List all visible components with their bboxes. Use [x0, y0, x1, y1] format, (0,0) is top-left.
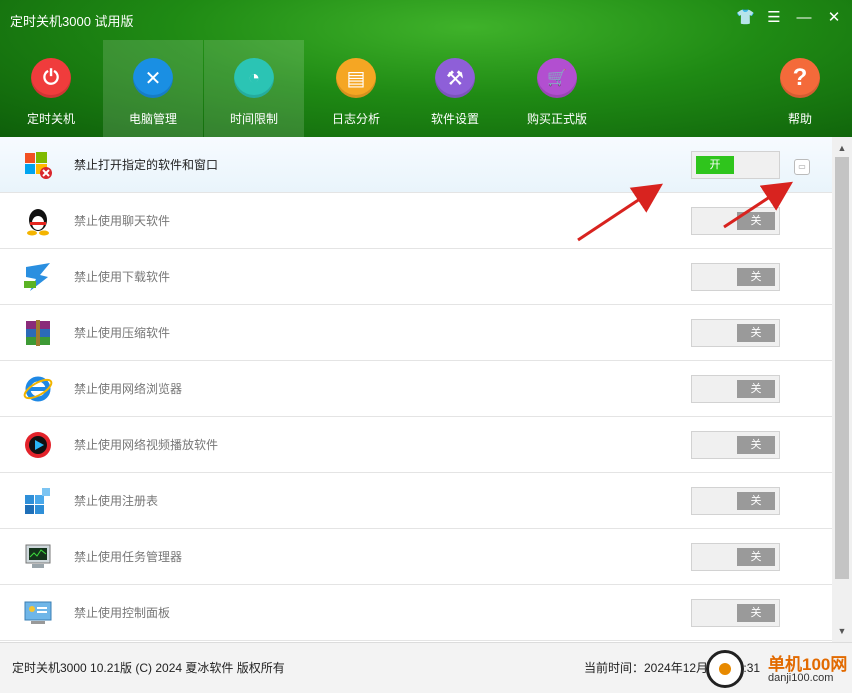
nav-buy[interactable]: 🛒 购买正式版: [507, 40, 607, 137]
menu-icon[interactable]: ☰: [766, 8, 782, 28]
nav-help[interactable]: ? 帮助: [750, 40, 850, 137]
row-label: 禁止使用下载软件: [74, 270, 171, 284]
toggle-state: 关: [737, 604, 775, 622]
row-label: 禁止使用网络浏览器: [74, 382, 183, 396]
close-icon[interactable]: ✕: [826, 8, 842, 28]
toggle-state: 关: [737, 324, 775, 342]
app-window: 定时关机3000 试用版 👕 ☰ — ✕ ⏻ 定时关机 ✕ 电脑管理 ◔ 时间限…: [0, 0, 852, 693]
row-label: 禁止使用注册表: [74, 494, 159, 508]
toggle-switch[interactable]: 关: [691, 599, 780, 627]
toggle-state: 关: [737, 436, 775, 454]
scroll-thumb[interactable]: [835, 157, 849, 579]
toggle-switch[interactable]: 开: [691, 151, 780, 179]
nav-shutdown[interactable]: ⏻ 定时关机: [1, 40, 101, 137]
nav-label: 时间限制: [229, 112, 278, 126]
row-label: 禁止打开指定的软件和窗口: [74, 158, 219, 172]
list-item[interactable]: 禁止使用聊天软件 关: [0, 193, 832, 249]
list-item[interactable]: 禁止使用网络视频播放软件 关: [0, 417, 832, 473]
edit-list-icon[interactable]: ▭: [794, 159, 810, 175]
copyright-text: 定时关机3000 10.21版 (C) 2024 夏冰软件 版权所有: [12, 661, 285, 675]
nav-label: 日志分析: [331, 112, 380, 126]
toggle-state: 关: [737, 212, 775, 230]
video-player-icon: [25, 432, 51, 458]
row-label: 禁止使用聊天软件: [74, 214, 171, 228]
header-bar: 定时关机3000 试用版 👕 ☰ — ✕ ⏻ 定时关机 ✕ 电脑管理 ◔ 时间限…: [0, 0, 852, 137]
list-item[interactable]: 禁止使用任务管理器 关: [0, 529, 832, 585]
scroll-up-icon[interactable]: ▲: [832, 139, 852, 157]
vertical-scrollbar[interactable]: ▲ ▼: [832, 137, 852, 642]
watermark-url: danji100.com: [768, 672, 834, 684]
row-label: 禁止使用网络视频播放软件: [74, 438, 219, 452]
restriction-list: 禁止打开指定的软件和窗口 开 ▭ 禁止使用聊天软件 关 禁止使用下载软件 关 禁…: [0, 137, 832, 642]
thunder-download-icon: [24, 263, 50, 291]
main-nav: ⏻ 定时关机 ✕ 电脑管理 ◔ 时间限制 ▤ 日志分析 ⚒ 软件设置 🛒 购买正…: [0, 40, 852, 137]
timer-icon: ◔: [234, 58, 274, 98]
skin-icon[interactable]: 👕: [736, 8, 755, 28]
list-item[interactable]: 禁止使用注册表 关: [0, 473, 832, 529]
nav-label: 定时关机: [26, 112, 75, 126]
qq-penguin-icon: [27, 209, 49, 236]
list-item[interactable]: 禁止使用网络浏览器 关: [0, 361, 832, 417]
nav-time-limit[interactable]: ◔ 时间限制: [204, 40, 304, 137]
nav-label: 购买正式版: [526, 112, 587, 126]
control-panel-icon: [24, 601, 52, 624]
toggle-switch[interactable]: 关: [691, 543, 780, 571]
toggle-switch[interactable]: 关: [691, 207, 780, 235]
help-icon: ?: [780, 58, 820, 98]
toggle-switch[interactable]: 关: [691, 319, 780, 347]
row-label: 禁止使用任务管理器: [74, 550, 183, 564]
toggle-state: 开: [696, 156, 734, 174]
row-label: 禁止使用控制面板: [74, 606, 171, 620]
task-manager-icon: [25, 544, 51, 568]
list-item[interactable]: 禁止打开指定的软件和窗口 开 ▭: [0, 137, 832, 193]
ie-browser-icon: [23, 376, 53, 402]
windows-forbidden-icon: [25, 152, 52, 179]
cart-icon: 🛒: [537, 58, 577, 98]
tools-icon: ✕: [133, 58, 173, 98]
toggle-state: 关: [737, 548, 775, 566]
list-item[interactable]: 禁止使用控制面板 关: [0, 585, 832, 641]
nav-label: 电脑管理: [128, 112, 177, 126]
nav-pc-management[interactable]: ✕ 电脑管理: [103, 40, 203, 137]
nav-label: 帮助: [787, 112, 812, 126]
toggle-state: 关: [737, 268, 775, 286]
window-controls: 👕 ☰ — ✕: [736, 8, 842, 28]
list-item[interactable]: 禁止使用压缩软件 关: [0, 305, 832, 361]
watermark-logo-icon: [706, 650, 744, 688]
toggle-switch[interactable]: 关: [691, 431, 780, 459]
toggle-state: 关: [737, 492, 775, 510]
nav-label: 软件设置: [430, 112, 479, 126]
nav-log-analysis[interactable]: ▤ 日志分析: [306, 40, 406, 137]
toggle-switch[interactable]: 关: [691, 487, 780, 515]
nav-settings[interactable]: ⚒ 软件设置: [405, 40, 505, 137]
minimize-icon[interactable]: —: [796, 8, 812, 28]
list-item[interactable]: 禁止使用下载软件 关: [0, 249, 832, 305]
power-icon: ⏻: [31, 58, 71, 98]
toggle-switch[interactable]: 关: [691, 375, 780, 403]
winrar-icon: [26, 320, 50, 346]
log-icon: ▤: [336, 58, 376, 98]
toggle-state: 关: [737, 380, 775, 398]
watermark: 单机100网 danji100.com: [706, 648, 850, 690]
scroll-down-icon[interactable]: ▼: [832, 622, 852, 640]
window-title: 定时关机3000 试用版: [10, 14, 134, 29]
toggle-switch[interactable]: 关: [691, 263, 780, 291]
registry-icon: [25, 488, 50, 514]
row-label: 禁止使用压缩软件: [74, 326, 171, 340]
settings-icon: ⚒: [435, 58, 475, 98]
